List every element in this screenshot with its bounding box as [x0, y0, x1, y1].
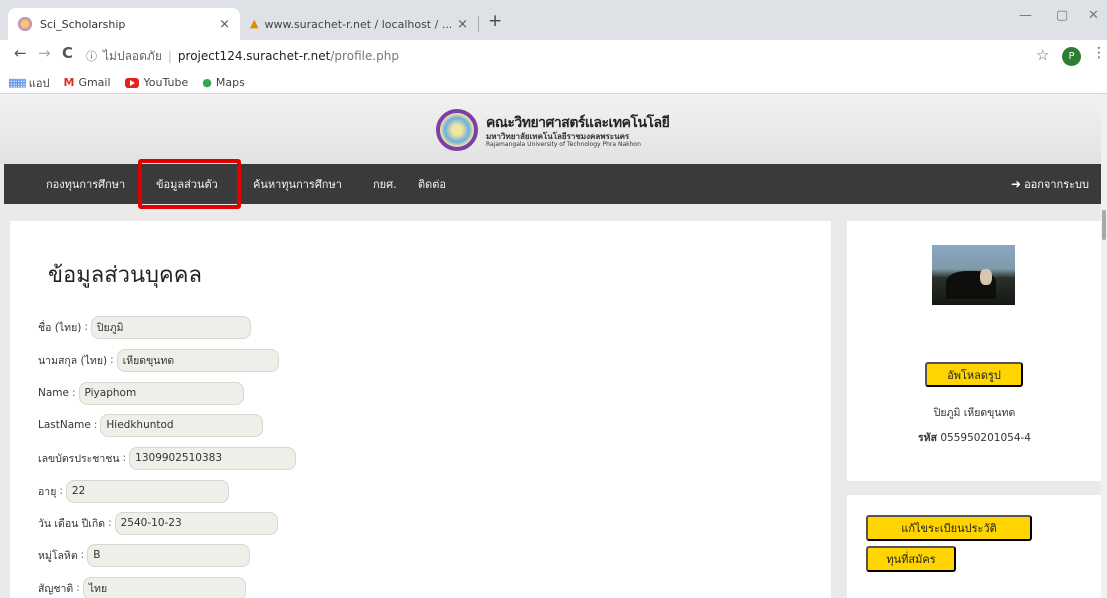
upload-photo-button[interactable]: อัพโหลดรูป	[925, 362, 1023, 387]
lastname-th-input[interactable]: เหียดขุนทด	[116, 348, 279, 372]
tab-close-icon[interactable]: ×	[219, 17, 230, 32]
tab-separator	[478, 16, 479, 32]
menu-item-student-loan[interactable]: กยศ.	[373, 164, 397, 204]
field-national-id: เลขบัตรประชาชน: 1309902510383	[38, 446, 297, 470]
tab-label: Sci_Scholarship	[40, 17, 126, 31]
url-separator: |	[167, 49, 172, 63]
site-favicon-icon	[18, 17, 32, 31]
lastname-en-input[interactable]: Hiedkhuntod	[100, 413, 264, 437]
logout-label: ออกจากระบบ	[1024, 178, 1089, 191]
browser-tab-bar: Sci_Scholarship × ▲ www.surachet-r.net /…	[0, 0, 1107, 40]
profile-photo	[932, 245, 1015, 305]
tab-label: www.surachet-r.net / localhost / ...	[264, 17, 452, 31]
bookmark-maps[interactable]: ● Maps	[202, 76, 245, 89]
tab-sci-scholarship[interactable]: Sci_Scholarship ×	[8, 8, 240, 40]
bookmark-label: YouTube	[143, 76, 189, 89]
page-scrollbar[interactable]	[1101, 94, 1107, 598]
menu-item-contact[interactable]: ติดต่อ	[418, 164, 446, 204]
field-firstname-th: ชื่อ (ไทย): ปิยภูมิ	[38, 315, 251, 339]
field-label: Name	[38, 387, 69, 399]
logout-icon: ➜	[1011, 177, 1022, 191]
reload-icon[interactable]: C	[62, 44, 73, 62]
actions-card: แก้ไขระเบียนประวัติ ทุนที่สมัคร	[847, 495, 1102, 598]
field-blood-type: หมู่โลหิต: B	[38, 543, 251, 567]
close-window-button[interactable]: ✕	[1088, 8, 1099, 23]
student-name: ปิยภูมิ เหียดขุนทด	[933, 407, 1016, 419]
gmail-icon: M	[63, 76, 75, 89]
address-toolbar: ← → C ⓘ ไม่ปลอดภัย | project124.surachet…	[0, 40, 1107, 72]
minimize-button[interactable]: —	[1019, 8, 1032, 23]
bookmark-label: แอป	[28, 76, 50, 90]
kebab-menu-icon[interactable]: ⋮	[1092, 45, 1106, 61]
firstname-th-input[interactable]: ปิยภูมิ	[90, 315, 251, 339]
phpmyadmin-favicon-icon: ▲	[250, 17, 259, 30]
field-label: วัน เดือน ปีเกิด	[38, 517, 106, 530]
field-age: อายุ: 22	[38, 479, 229, 503]
tab-phpmyadmin[interactable]: ▲ www.surachet-r.net / localhost / ... ×	[240, 8, 478, 40]
url-bar[interactable]: ⓘ ไม่ปลอดภัย | project124.surachet-r.net…	[86, 44, 1026, 68]
field-label: เลขบัตรประชาชน	[38, 452, 120, 465]
field-lastname-th: นามสกุล (ไทย): เหียดขุนทด	[38, 348, 279, 372]
field-birthdate: วัน เดือน ปีเกิด: 2540-10-23	[38, 511, 278, 535]
student-id-label: รหัส	[918, 432, 937, 444]
apps-grid-icon: ▦▦	[8, 76, 27, 89]
birthdate-input[interactable]: 2540-10-23	[114, 511, 278, 535]
name-en-input[interactable]: Piyaphom	[78, 381, 244, 405]
national-id-input[interactable]: 1309902510383	[129, 446, 297, 470]
forward-arrow-icon[interactable]: →	[38, 44, 51, 62]
university-seal-icon	[436, 109, 478, 151]
blood-type-input[interactable]: B	[87, 543, 251, 567]
bookmark-label: Gmail	[78, 76, 111, 89]
field-label: นามสกุล (ไทย)	[38, 354, 108, 367]
tab-close-icon[interactable]: ×	[457, 17, 468, 32]
profile-card: ข้อมูลส่วนบุคคล ชื่อ (ไทย): ปิยภูมิ นามส…	[10, 221, 831, 598]
profile-avatar[interactable]: P	[1062, 47, 1081, 66]
applied-scholarships-button[interactable]: ทุนที่สมัคร	[866, 546, 956, 572]
student-id-value: 055950201054-4	[940, 432, 1031, 444]
field-label: หมู่โลหิต	[38, 549, 78, 562]
menu-item-search-scholarship[interactable]: ค้นหาทุนการศึกษา	[253, 164, 342, 204]
profile-photo-card: อัพโหลดรูป ปิยภูมิ เหียดขุนทด รหัส 05595…	[847, 221, 1102, 481]
field-label: ชื่อ (ไทย)	[38, 321, 82, 334]
new-tab-button[interactable]: +	[488, 11, 502, 31]
bookmark-apps[interactable]: ▦▦ แอป	[8, 74, 49, 92]
page-title: ข้อมูลส่วนบุคคล	[48, 263, 202, 288]
menu-item-scholarship-fund[interactable]: กองทุนการศึกษา	[46, 164, 125, 204]
active-menu-highlight	[138, 159, 241, 209]
url-path: /profile.php	[330, 49, 399, 63]
student-id: รหัส 055950201054-4	[847, 429, 1102, 446]
url-host: project124.surachet-r.net	[177, 49, 331, 63]
age-input[interactable]: 22	[65, 479, 229, 503]
edit-record-button[interactable]: แก้ไขระเบียนประวัติ	[866, 515, 1032, 541]
field-name-en: Name: Piyaphom	[38, 381, 244, 405]
restore-button[interactable]: ▢	[1056, 8, 1068, 23]
field-label: LastName	[38, 419, 91, 431]
security-label: ไม่ปลอดภัย	[103, 48, 162, 63]
logout-link[interactable]: ➜ ออกจากระบบ	[1011, 164, 1089, 204]
info-icon[interactable]: ⓘ	[86, 48, 97, 64]
bookmark-label: Maps	[215, 76, 245, 89]
bookmarks-bar: ▦▦ แอป M Gmail YouTube ● Maps	[0, 72, 1107, 94]
field-lastname-en: LastName: Hiedkhuntod	[38, 413, 264, 437]
field-label: อายุ	[38, 485, 57, 498]
site-header: คณะวิทยาศาสตร์และเทคโนโลยี มหาวิทยาลัยเท…	[0, 94, 1107, 164]
logo-subtitle-en: Rajamangala University of Technology Phr…	[486, 141, 641, 148]
bookmark-gmail[interactable]: M Gmail	[63, 76, 110, 89]
bookmark-star-icon[interactable]: ☆	[1036, 46, 1049, 64]
maps-pin-icon: ●	[202, 76, 212, 89]
field-label: สัญชาติ	[38, 582, 74, 595]
scrollbar-thumb[interactable]	[1102, 210, 1106, 240]
field-nationality: สัญชาติ: ไทย	[38, 576, 246, 598]
back-arrow-icon[interactable]: ←	[14, 44, 27, 62]
nationality-input[interactable]: ไทย	[82, 576, 246, 598]
page-viewport: คณะวิทยาศาสตร์และเทคโนโลยี มหาวิทยาลัยเท…	[0, 94, 1107, 598]
bookmark-youtube[interactable]: YouTube	[124, 76, 189, 89]
youtube-icon	[124, 77, 139, 88]
